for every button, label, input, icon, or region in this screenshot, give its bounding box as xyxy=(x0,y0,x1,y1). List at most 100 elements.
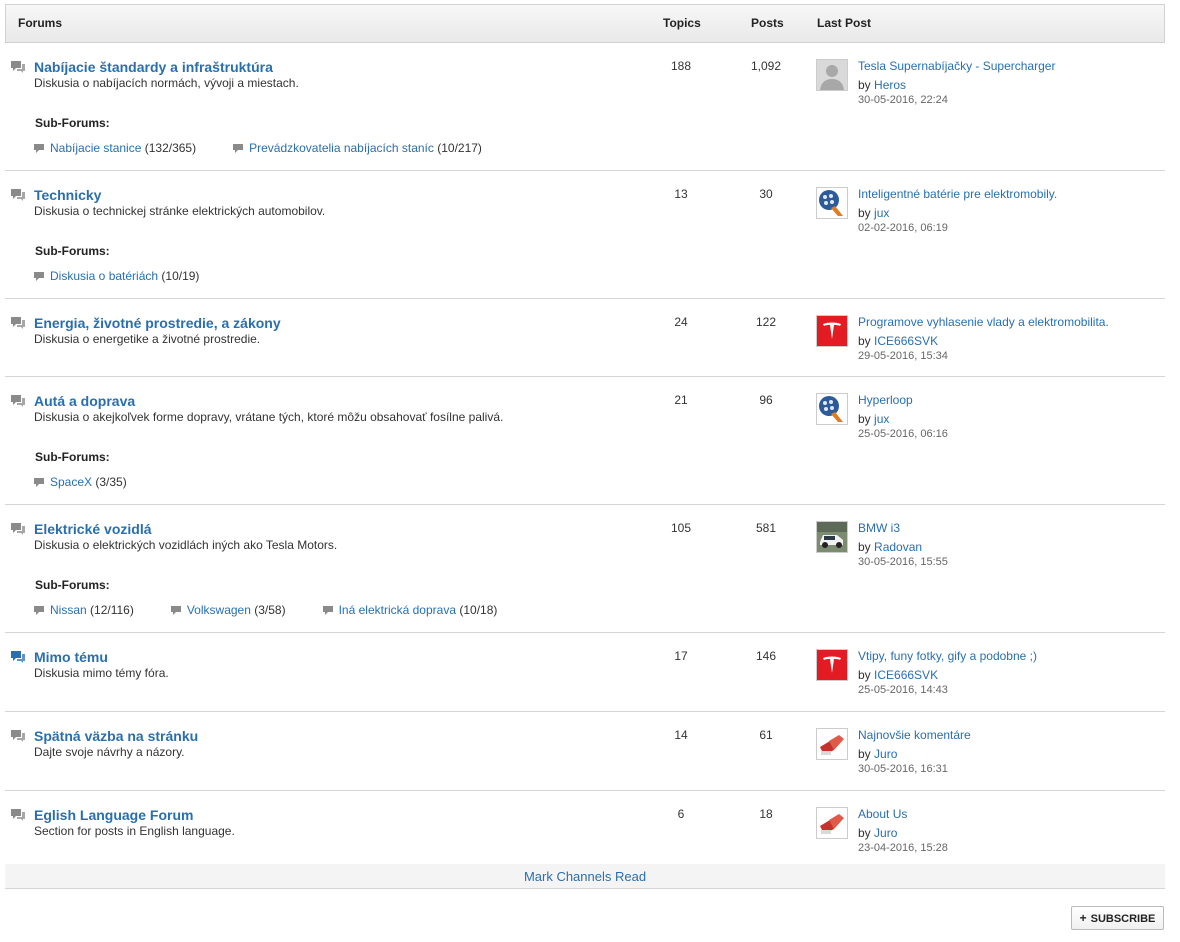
last-post-title-link[interactable]: Najnovšie komentáre xyxy=(858,728,971,742)
tesla-avatar[interactable] xyxy=(816,315,848,347)
sub-forum-link[interactable]: Diskusia o batériách xyxy=(50,269,158,283)
sub-forum-link[interactable]: SpaceX xyxy=(50,475,92,489)
last-post-title-link[interactable]: Inteligentné batérie pre elektromobily. xyxy=(858,187,1057,201)
last-post-title-link[interactable]: BMW i3 xyxy=(858,521,900,535)
header-last-post: Last Post xyxy=(817,16,872,30)
topics-count: 14 xyxy=(674,728,688,742)
topics-count: 24 xyxy=(674,315,688,329)
forum-row: Spätná väzba na stránku Dajte svoje návrh… xyxy=(5,712,1165,791)
forum-row: Mimo tému Diskusia mimo témy fóra. 17 146 Vt… xyxy=(5,633,1165,712)
sub-forum-link[interactable]: Nabíjacie stanice xyxy=(50,141,141,155)
forum-bubble-icon xyxy=(10,729,26,743)
sub-forums-list: SpaceX (3/35) xyxy=(34,475,164,489)
sub-forum-item: Volkswagen (3/58) xyxy=(170,603,286,617)
last-post-user-link[interactable]: Heros xyxy=(874,78,906,92)
posts-count: 581 xyxy=(755,521,777,535)
socket-avatar[interactable] xyxy=(816,807,848,839)
last-post-author: by Radovan xyxy=(858,540,922,554)
last-post-user-link[interactable]: ICE666SVK xyxy=(874,334,938,348)
last-post-author: by Juro xyxy=(858,826,897,840)
last-post-title-link[interactable]: Programove vyhlasenie vlady a elektromob… xyxy=(858,315,1109,329)
mark-channels-read-link[interactable]: Mark Channels Read xyxy=(524,869,646,884)
sub-forum-icon xyxy=(233,142,244,153)
last-post-date: 30-05-2016, 22:24 xyxy=(858,94,948,106)
default-avatar[interactable] xyxy=(816,59,848,91)
last-post-author: by ICE666SVK xyxy=(858,668,938,682)
forum-title-link[interactable]: Elektrické vozidlá xyxy=(34,521,152,537)
forum-title-link[interactable]: Mimo tému xyxy=(34,649,108,665)
by-label: by xyxy=(858,206,871,220)
plug-avatar[interactable] xyxy=(816,393,848,425)
tesla-avatar[interactable] xyxy=(816,649,848,681)
forum-bubble-icon xyxy=(10,188,26,202)
last-post-title-link[interactable]: Hyperloop xyxy=(858,393,913,407)
last-post-user-link[interactable]: Juro xyxy=(874,826,897,840)
sub-forum-link[interactable]: Volkswagen xyxy=(187,603,251,617)
sub-forum-link[interactable]: Nissan xyxy=(50,603,87,617)
posts-count: 18 xyxy=(759,807,773,821)
last-post-user-link[interactable]: Radovan xyxy=(874,540,922,554)
forum-title-link[interactable]: Autá a doprava xyxy=(34,393,135,409)
last-post-date: 30-05-2016, 16:31 xyxy=(858,763,948,775)
subscribe-label: SUBSCRIBE xyxy=(1090,913,1156,925)
by-label: by xyxy=(858,826,871,840)
last-post-title-link[interactable]: About Us xyxy=(858,807,907,821)
socket-avatar[interactable] xyxy=(816,728,848,760)
sub-forums-label: Sub-Forums: xyxy=(35,116,110,130)
forum-title-link[interactable]: Eglish Language Forum xyxy=(34,807,193,823)
topics-count: 188 xyxy=(670,59,692,73)
topics-count: 13 xyxy=(674,187,688,201)
sub-forum-count: (10/19) xyxy=(161,269,200,283)
last-post-date: 23-04-2016, 15:28 xyxy=(858,842,948,854)
sub-forum-count: (10/18) xyxy=(459,603,498,617)
sub-forum-count: (10/217) xyxy=(437,141,482,155)
sub-forum-icon xyxy=(34,476,44,487)
sub-forum-item: Prevádzkovatelia nabíjacích staníc (10/2… xyxy=(233,141,482,155)
last-post-title-link[interactable]: Vtipy, funy fotky, gify a podobne ;) xyxy=(858,649,1037,663)
last-post-date: 30-05-2016, 15:55 xyxy=(858,556,948,568)
sub-forum-item: Nissan (12/116) xyxy=(34,603,134,617)
forum-row: Autá a doprava Diskusia o akejkoľvek form… xyxy=(5,377,1165,505)
subscribe-button[interactable]: + SUBSCRIBE xyxy=(1071,906,1164,930)
last-post-author: by ICE666SVK xyxy=(858,334,938,348)
car-avatar[interactable] xyxy=(816,521,848,553)
sub-forum-icon xyxy=(34,270,44,281)
forum-title-link[interactable]: Nabíjacie štandardy a infraštruktúra xyxy=(34,59,273,75)
header-posts: Posts xyxy=(751,16,784,30)
last-post-user-link[interactable]: ICE666SVK xyxy=(874,668,938,682)
sub-forum-link[interactable]: Prevádzkovatelia nabíjacích staníc xyxy=(249,141,434,155)
last-post-user-link[interactable]: jux xyxy=(874,412,889,426)
forum-title-link[interactable]: Spätná väzba na stránku xyxy=(34,728,198,744)
sub-forum-count: (12/116) xyxy=(90,603,134,617)
forum-title-link[interactable]: Technicky xyxy=(34,187,101,203)
by-label: by xyxy=(858,668,871,682)
forum-bubble-icon xyxy=(10,650,26,664)
forum-row: Energia, životné prostredie, a zákony Dis… xyxy=(5,299,1165,377)
mark-read-bar: Mark Channels Read xyxy=(5,864,1165,889)
header-forums: Forums xyxy=(18,16,63,30)
by-label: by xyxy=(858,412,871,426)
posts-count: 61 xyxy=(759,728,773,742)
forum-bubble-icon xyxy=(10,60,26,74)
forum-title-link[interactable]: Energia, životné prostredie, a zákony xyxy=(34,315,281,331)
posts-count: 122 xyxy=(755,315,777,329)
sub-forum-item: Diskusia o batériách (10/19) xyxy=(34,269,199,283)
sub-forum-count: (132/365) xyxy=(144,141,197,155)
forum-description: Section for posts in English language. xyxy=(34,824,235,838)
sub-forum-item: SpaceX (3/35) xyxy=(34,475,127,489)
sub-forum-item: Nabíjacie stanice (132/365) xyxy=(34,141,196,155)
sub-forum-count: (3/35) xyxy=(95,475,127,489)
last-post-author: by Juro xyxy=(858,747,897,761)
posts-count: 146 xyxy=(755,649,777,663)
forum-description: Diskusia o nabíjacích normách, vývoji a … xyxy=(34,76,299,90)
sub-forum-link[interactable]: Iná elektrická doprava xyxy=(339,603,456,617)
sub-forum-count: (3/58) xyxy=(254,603,286,617)
last-post-user-link[interactable]: Juro xyxy=(874,747,897,761)
forum-description: Diskusia o energetike a životné prostred… xyxy=(34,332,261,346)
last-post-author: by jux xyxy=(858,412,889,426)
last-post-title-link[interactable]: Tesla Supernabíjačky - Supercharger xyxy=(858,59,1055,73)
last-post-user-link[interactable]: jux xyxy=(874,206,889,220)
sub-forums-label: Sub-Forums: xyxy=(35,244,110,258)
plug-avatar[interactable] xyxy=(816,187,848,219)
last-post-date: 02-02-2016, 06:19 xyxy=(858,222,948,234)
